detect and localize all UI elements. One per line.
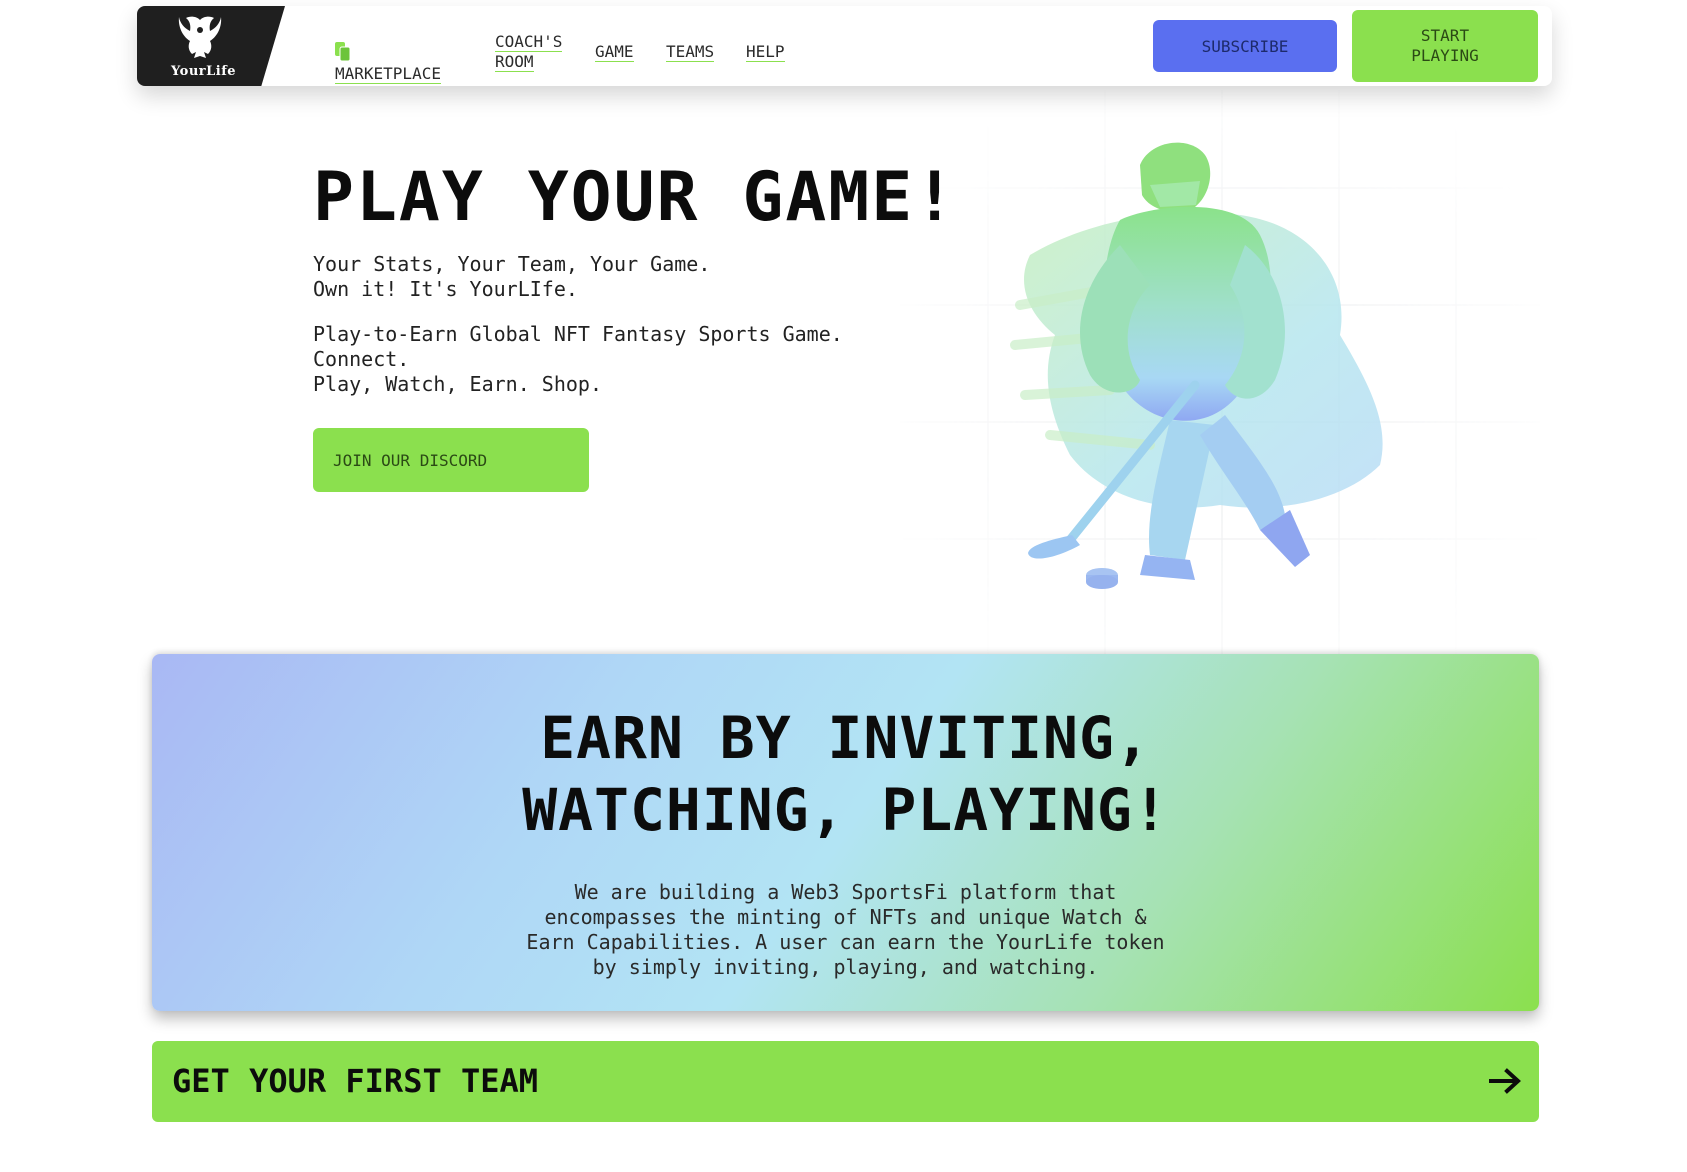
earn-description: We are building a Web3 SportsFi platform…: [526, 880, 1165, 979]
get-first-team-button[interactable]: GET YOUR FIRST TEAM: [152, 1041, 1539, 1122]
hero-title: PLAY YOUR GAME!: [313, 158, 958, 237]
nav-help-label: HELP: [746, 42, 785, 62]
earn-title-line: EARN BY INVITING,: [540, 704, 1151, 772]
hero-subtitle-line: Your Stats, Your Team, Your Game.: [313, 252, 711, 276]
hero-subtitle-line: Own it! It's YourLIfe.: [313, 277, 578, 301]
start-playing-label: START PLAYING: [1411, 26, 1479, 65]
hero-description-line: Play, Watch, Earn. Shop.: [313, 372, 602, 396]
earn-title-line: WATCHING, PLAYING!: [522, 776, 1169, 844]
cards-icon: [335, 42, 351, 62]
nav-game-label: GAME: [595, 42, 634, 62]
hero-description-line: Play-to-Earn Global NFT Fantasy Sports G…: [313, 322, 843, 346]
hero-subtitle: Your Stats, Your Team, Your Game. Own it…: [313, 252, 710, 302]
join-discord-button[interactable]: JOIN OUR DISCORD: [313, 428, 589, 492]
nav-teams[interactable]: TEAMS: [666, 42, 715, 62]
get-first-team-label: GET YOUR FIRST TEAM: [172, 1062, 539, 1100]
eagle-icon: [178, 16, 222, 58]
earn-title: EARN BY INVITING, WATCHING, PLAYING!: [152, 702, 1539, 846]
arrow-right-icon: [1489, 1068, 1521, 1094]
hero-description: Play-to-Earn Global NFT Fantasy Sports G…: [313, 322, 843, 397]
nav-game[interactable]: GAME: [595, 42, 634, 62]
nav-marketplace-label: MARKETPLACE: [335, 64, 441, 84]
logo-text: YourLife: [171, 64, 237, 79]
earn-section: EARN BY INVITING, WATCHING, PLAYING! We …: [152, 654, 1539, 1011]
hero-description-line: Connect.: [313, 347, 410, 371]
subscribe-button[interactable]: SUBSCRIBE: [1153, 20, 1337, 72]
page: YourLife MARKETPLACE COACH'S ROOM GAME T…: [0, 0, 1687, 1172]
top-navigation-bar: YourLife MARKETPLACE COACH'S ROOM GAME T…: [137, 6, 1552, 86]
nav-coaches-room-label: COACH'S ROOM: [495, 32, 563, 72]
nav-help[interactable]: HELP: [746, 42, 785, 62]
yourlife-logo[interactable]: YourLife: [137, 6, 285, 86]
nav-marketplace[interactable]: MARKETPLACE: [335, 42, 441, 84]
start-playing-button[interactable]: START PLAYING: [1352, 10, 1538, 82]
nav-coaches-room[interactable]: COACH'S ROOM: [495, 32, 575, 72]
hockey-player-illustration: [1010, 142, 1383, 589]
nav-teams-label: TEAMS: [666, 42, 715, 62]
